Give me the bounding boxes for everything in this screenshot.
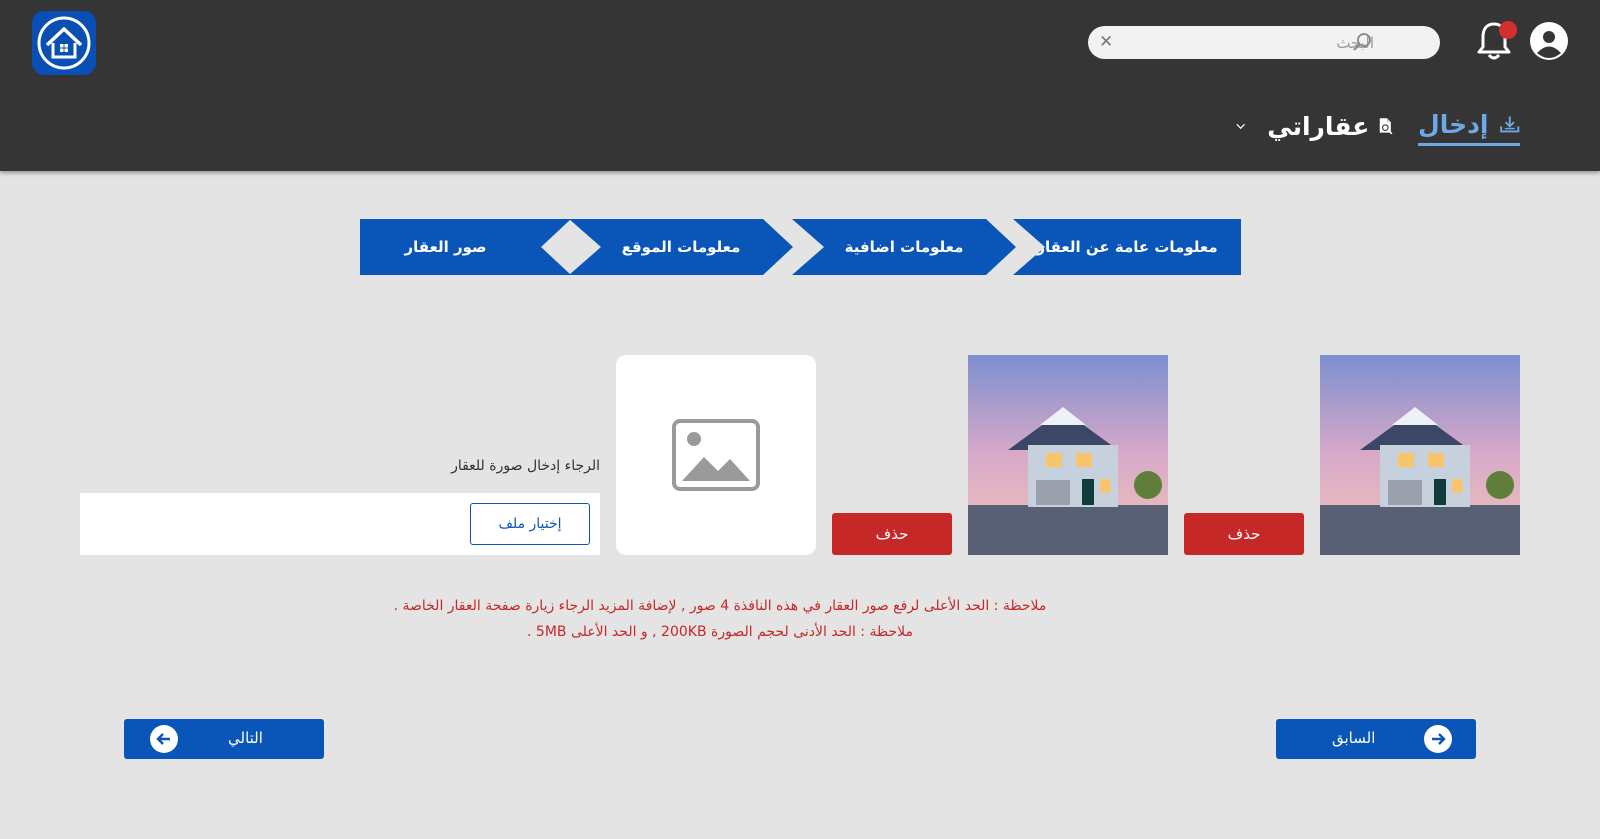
notification-badge [1499, 21, 1517, 39]
previous-label: السابق [1332, 729, 1376, 747]
step-general-info[interactable]: معلومات عامة عن العقار [1013, 219, 1241, 275]
step-label: معلومات الموقع [621, 238, 741, 256]
arrow-right-icon [1424, 725, 1452, 753]
download-tray-icon [1499, 115, 1519, 132]
search-input[interactable] [1122, 29, 1374, 56]
arrow-left-icon [150, 725, 178, 753]
chevron-down-icon[interactable] [1234, 114, 1247, 138]
house-photo [1320, 355, 1520, 555]
document-search-icon [1380, 118, 1393, 135]
search-icon[interactable] [1352, 32, 1373, 53]
step-additional-info[interactable]: معلومات اضافية [792, 219, 1016, 275]
file-upload-field: إختيار ملف [80, 493, 600, 555]
nav-tab-input[interactable]: إدخال [1418, 106, 1520, 146]
app-logo[interactable] [32, 11, 96, 75]
empty-image-slot [616, 355, 816, 555]
house-logo-icon [37, 16, 91, 70]
next-label: التالي [228, 729, 263, 747]
step-label: معلومات عامة عن العقار [1036, 238, 1218, 256]
app-header: ✕ إدخال [0, 0, 1600, 171]
search-bar: ✕ [1088, 26, 1440, 59]
nav-input-label: إدخال [1418, 110, 1489, 139]
delete-image-button[interactable]: حذف [1184, 513, 1304, 555]
clear-search-icon[interactable]: ✕ [1099, 31, 1113, 53]
property-image-thumbnail [968, 355, 1168, 555]
nav-my-properties-label: عقاراتي [1267, 111, 1370, 141]
previous-button[interactable]: السابق [1276, 719, 1476, 759]
user-icon [1530, 22, 1568, 60]
step-label: صور العقار [404, 238, 487, 256]
choose-file-button[interactable]: إختيار ملف [470, 503, 590, 545]
delete-image-button[interactable]: حذف [832, 513, 952, 555]
step-property-images[interactable]: صور العقار [360, 219, 571, 275]
user-avatar[interactable] [1530, 22, 1568, 60]
next-button[interactable]: التالي [124, 719, 324, 759]
house-photo [968, 355, 1168, 555]
note-image-size: ملاحظة : الحد الأدنى لحجم الصورة 200KB ,… [527, 624, 913, 640]
property-image-thumbnail [1320, 355, 1520, 555]
upload-label: الرجاء إدخال صورة للعقار [451, 458, 600, 474]
note-max-images: ملاحظة : الحد الأعلى لرفع صور العقار في … [393, 598, 1047, 614]
image-placeholder-icon [672, 419, 760, 491]
nav-tab-my-properties[interactable]: عقاراتي [1234, 106, 1394, 146]
step-location-info[interactable]: معلومات الموقع [569, 219, 793, 275]
notifications-button[interactable] [1476, 20, 1517, 64]
step-label: معلومات اضافية [844, 238, 964, 256]
